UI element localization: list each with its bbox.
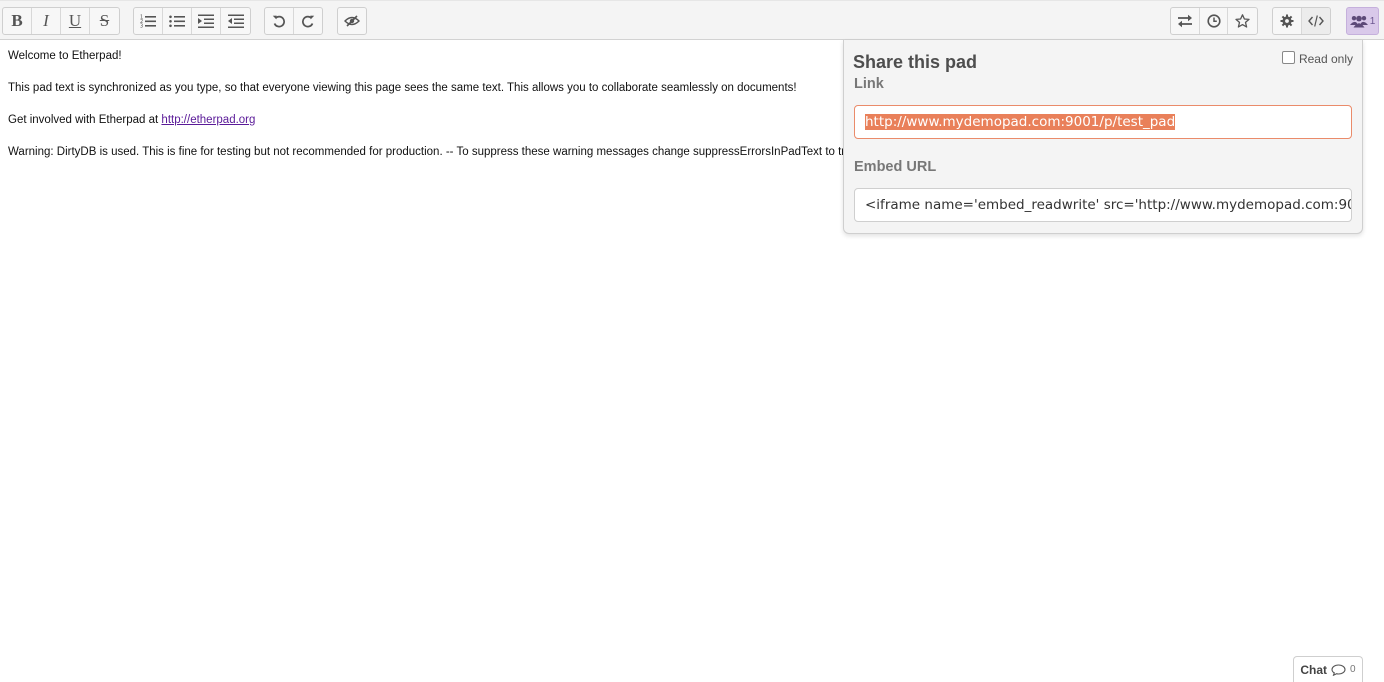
indent-icon	[198, 14, 214, 28]
settings-button[interactable]	[1273, 8, 1302, 34]
editor-toolbar: B I U S 1 2 3 1	[0, 0, 1384, 40]
read-only-option[interactable]: Read only	[1281, 50, 1353, 66]
import-export-button[interactable]	[1171, 8, 1200, 34]
read-only-label: Read only	[1298, 52, 1353, 66]
pad-line-text: Get involved with Etherpad at	[8, 114, 162, 126]
users-icon	[1349, 15, 1368, 27]
timeslider-button[interactable]	[1200, 8, 1229, 34]
redo-icon	[301, 15, 314, 28]
save-revision-button[interactable]	[1228, 8, 1257, 34]
link-label: Link	[854, 76, 884, 92]
svg-text:3: 3	[140, 24, 143, 29]
chat-count: 0	[1350, 664, 1356, 675]
indent-button[interactable]	[192, 8, 221, 34]
chat-button[interactable]: Chat 0	[1293, 656, 1363, 682]
redo-button[interactable]	[294, 8, 322, 34]
strikethrough-button[interactable]: S	[90, 8, 119, 34]
ordered-list-button[interactable]: 1 2 3	[134, 8, 163, 34]
link-value: http://www.mydemopad.com:9001/p/test_pad	[865, 114, 1176, 130]
chat-label: Chat	[1300, 662, 1328, 677]
outdent-button[interactable]	[221, 8, 250, 34]
star-icon	[1235, 14, 1250, 28]
settings-group	[1272, 7, 1331, 35]
underline-button[interactable]: U	[61, 8, 90, 34]
users-button[interactable]: 1	[1346, 7, 1379, 35]
pad-actions-group	[1170, 7, 1258, 35]
embed-url-value: <iframe name='embed_readwrite' src='http…	[865, 197, 1351, 213]
format-button-group: B I U S	[2, 7, 120, 35]
read-only-checkbox[interactable]	[1281, 50, 1295, 64]
share-popup: Share this pad Read only Link http://www…	[843, 40, 1363, 234]
etherpad-link[interactable]: http://etherpad.org	[161, 114, 255, 126]
chat-bubble-icon	[1331, 663, 1346, 676]
link-input[interactable]: http://www.mydemopad.com:9001/p/test_pad	[854, 105, 1352, 139]
embed-url-label: Embed URL	[854, 159, 937, 175]
users-count: 1	[1369, 15, 1376, 27]
clock-icon	[1206, 14, 1221, 28]
import-export-icon	[1177, 14, 1192, 28]
unordered-list-icon	[169, 15, 185, 28]
share-title: Share this pad	[853, 52, 978, 72]
clear-authorship-button[interactable]	[338, 8, 366, 34]
bold-button[interactable]: B	[3, 8, 32, 34]
undo-button[interactable]	[265, 8, 294, 34]
clear-authorship-group	[337, 7, 367, 35]
embed-button[interactable]	[1301, 8, 1330, 34]
outdent-icon	[227, 14, 244, 28]
italic-button[interactable]: I	[32, 8, 61, 34]
embed-url-input[interactable]: <iframe name='embed_readwrite' src='http…	[854, 188, 1352, 222]
unordered-list-button[interactable]	[163, 8, 192, 34]
list-button-group: 1 2 3	[133, 7, 251, 35]
ordered-list-icon: 1 2 3	[140, 15, 156, 29]
undo-icon	[272, 15, 285, 28]
history-button-group	[264, 7, 323, 35]
eye-slash-icon	[344, 15, 360, 27]
code-icon	[1307, 15, 1324, 27]
gear-icon	[1280, 14, 1294, 28]
